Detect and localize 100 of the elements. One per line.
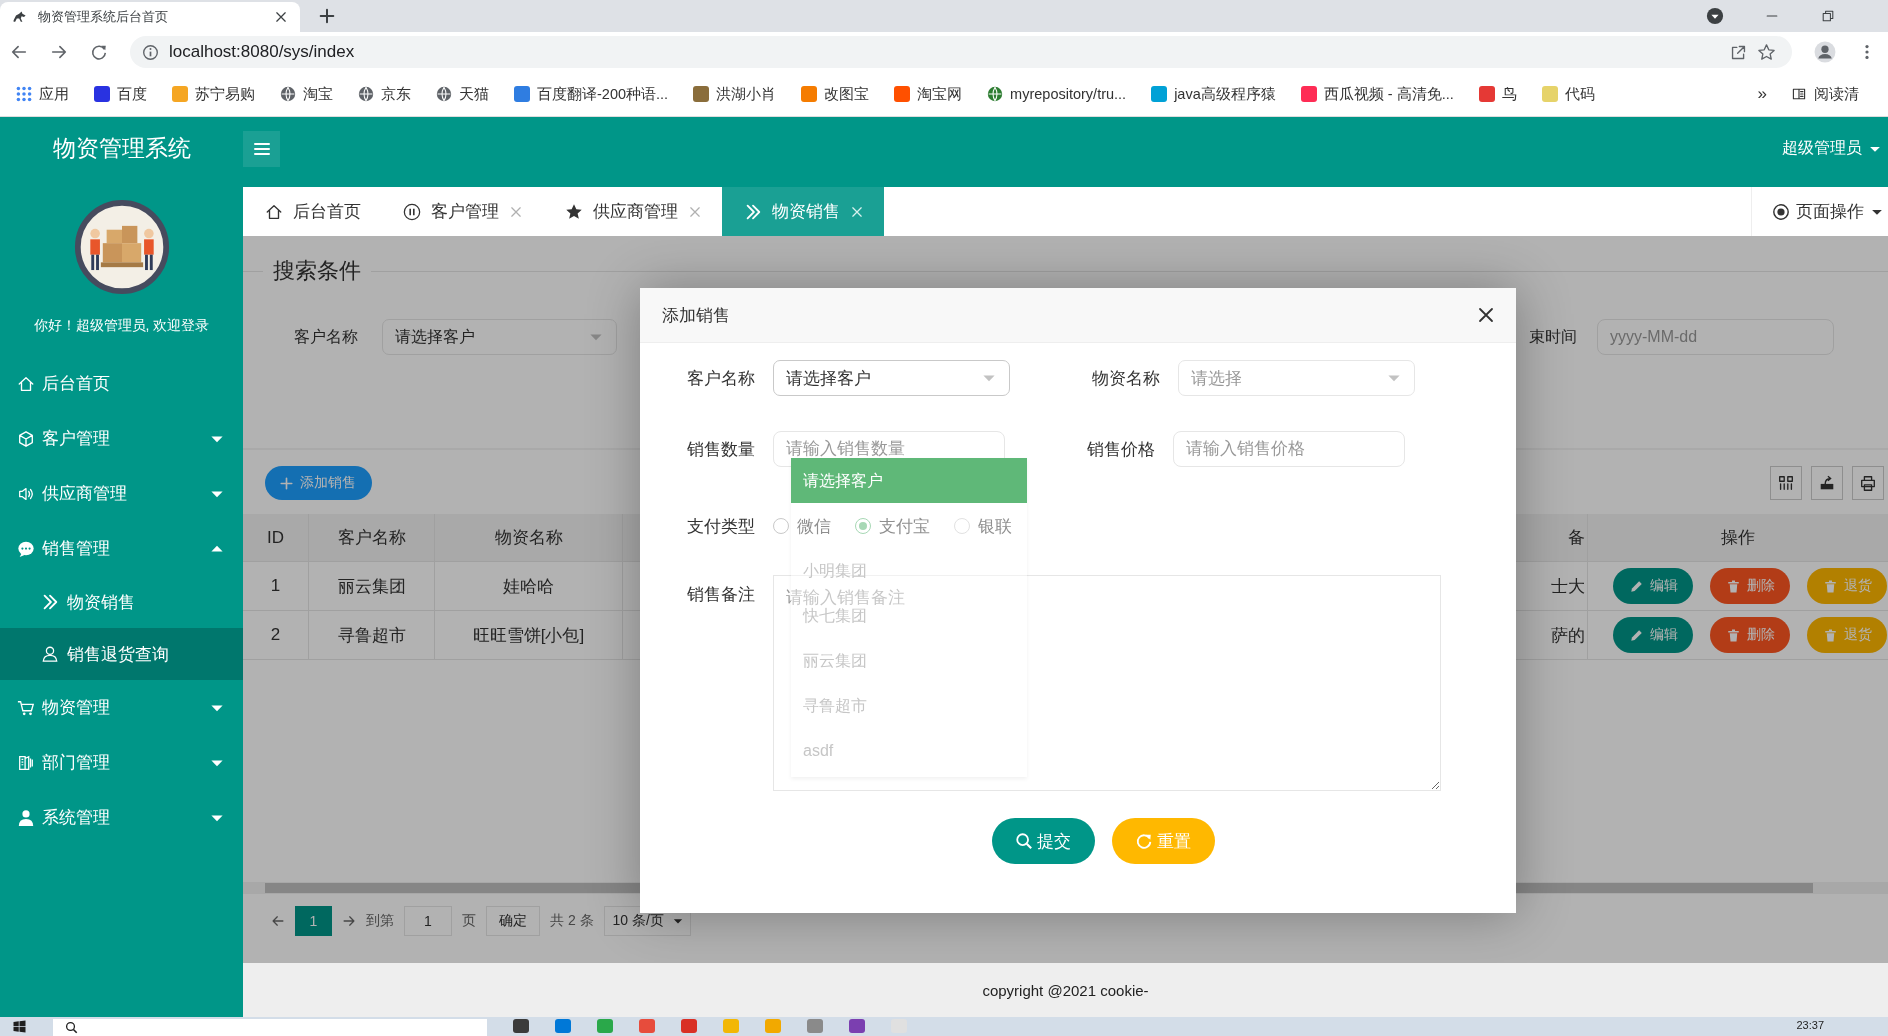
sidebar-item[interactable]: 物资管理	[0, 680, 243, 735]
cube-icon	[17, 429, 35, 448]
close-icon[interactable]	[1476, 305, 1496, 325]
taskbar-search-field[interactable]	[53, 1019, 487, 1036]
tab-search-icon[interactable]	[1706, 7, 1724, 25]
add-sale-button[interactable]: 添加销售	[265, 466, 372, 500]
bookmark[interactable]: 代码	[1535, 81, 1601, 107]
bookmark[interactable]: java高级程序猿	[1145, 81, 1282, 107]
bookmark[interactable]: 淘宝网	[888, 81, 969, 107]
radio-option[interactable]: 支付宝	[855, 514, 930, 538]
close-icon[interactable]	[274, 10, 288, 24]
edit-button[interactable]: 编辑	[1613, 617, 1693, 653]
columns-button[interactable]	[1770, 466, 1802, 500]
forward-icon[interactable]	[342, 914, 356, 928]
sidebar-item[interactable]: 供应商管理	[0, 466, 243, 521]
copyright-text: copyright @2021 cookie-	[982, 981, 1149, 999]
date-field[interactable]: yyyy-MM-dd	[1597, 319, 1834, 355]
select-field[interactable]: 请选择客户	[773, 360, 1010, 396]
field-label: 束时间	[1529, 326, 1577, 347]
page-field[interactable]: 1	[404, 906, 452, 936]
export-button[interactable]	[1811, 466, 1843, 500]
chat-bubble-icon	[17, 539, 35, 558]
sidebar-item[interactable]: 销售管理	[0, 521, 243, 576]
bookmark[interactable]: 京东	[352, 81, 417, 107]
table-cell-text: 士大	[1550, 575, 1586, 598]
profile-icon[interactable]	[1814, 41, 1836, 63]
bookmark[interactable]: myrepository/tru...	[981, 83, 1133, 105]
taskbar-app-icon[interactable]	[849, 1019, 865, 1033]
bookmark-star-icon[interactable]	[1757, 42, 1776, 62]
edit-button[interactable]: 编辑	[1613, 568, 1693, 604]
submit-button[interactable]: 提交	[991, 818, 1095, 864]
taskbar-app-icon[interactable]	[513, 1019, 529, 1033]
sidebar-item[interactable]: 部门管理	[0, 735, 243, 790]
pager-label: 页	[462, 912, 476, 930]
field-label: 支付类型	[686, 515, 756, 538]
sidebar-item[interactable]: 系统管理	[0, 790, 243, 845]
page-tab[interactable]: 后台首页	[243, 187, 381, 236]
sidebar-item[interactable]: 客户管理	[0, 411, 243, 466]
table-cell: 寻鲁超市	[309, 611, 435, 659]
bookmark[interactable]: 洪湖小肖	[687, 81, 783, 107]
radio-target-icon	[1772, 202, 1790, 221]
field-label: 销售价格	[1086, 438, 1156, 461]
columns-icon	[1777, 474, 1795, 492]
customer-select[interactable]: 请选择客户	[382, 319, 617, 355]
bookmark[interactable]: 淘宝	[274, 81, 339, 107]
select-field[interactable]: 请选择	[1178, 360, 1415, 396]
user-icon	[41, 645, 59, 663]
bookmark[interactable]: 应用	[10, 81, 75, 107]
reload-icon[interactable]	[90, 43, 108, 61]
table-cell-text: 萨的	[1550, 624, 1586, 647]
bookmark[interactable]: 天猫	[430, 81, 495, 107]
back-icon[interactable]	[271, 914, 285, 928]
table-cell: 娃哈哈	[435, 562, 623, 610]
bookmark[interactable]: 百度	[88, 81, 153, 107]
column-header: 客户名称	[309, 514, 435, 561]
sidebar-subitem[interactable]: 销售退货查询	[0, 628, 243, 680]
address-bar[interactable]: localhost:8080/sys/index	[130, 36, 1792, 68]
table-cell: 1	[243, 562, 309, 610]
sidebar-subitem[interactable]: 物资销售	[0, 576, 243, 628]
share-icon[interactable]	[1730, 43, 1747, 61]
refresh-icon	[1135, 832, 1153, 850]
field-label: 客户名称	[294, 326, 358, 347]
windows-icon[interactable]	[12, 1019, 27, 1034]
home-icon	[265, 202, 283, 221]
bookmark[interactable]: 苏宁易购	[166, 81, 261, 107]
bookmark[interactable]: 西瓜视频 - 高清免...	[1294, 81, 1460, 107]
app-brand: 物资管理系统	[51, 134, 192, 163]
plus-icon[interactable]	[318, 7, 336, 25]
trash-icon	[1822, 627, 1838, 643]
menu-button[interactable]	[243, 130, 280, 167]
forward-icon[interactable]	[50, 43, 68, 61]
delete-button[interactable]: 删除	[1710, 617, 1790, 653]
browser-tab[interactable]: 物资管理系统后台首页	[0, 2, 300, 32]
search-icon	[1015, 832, 1033, 850]
print-button[interactable]	[1852, 466, 1884, 500]
dropdown-option[interactable]: 请选择客户	[791, 458, 1027, 503]
delete-button[interactable]: 删除	[1710, 568, 1790, 604]
page-tab[interactable]: 物资销售	[722, 187, 884, 236]
search-icon	[65, 1021, 78, 1034]
restore-icon[interactable]	[1820, 8, 1836, 24]
bookmark[interactable]: 鸟	[1472, 81, 1523, 107]
input-field[interactable]: 请输入销售价格	[1173, 431, 1405, 467]
radio-option[interactable]: 微信	[773, 514, 831, 538]
trash-icon	[1725, 578, 1741, 594]
page-button[interactable]: 1	[295, 906, 332, 936]
more-bookmarks[interactable]: »	[1757, 84, 1767, 104]
star-icon	[565, 202, 583, 221]
back-icon[interactable]	[10, 43, 28, 61]
user-menu[interactable]: 超级管理员	[1782, 138, 1888, 159]
page-tab[interactable]: 供应商管理	[543, 187, 722, 236]
export-icon	[1818, 474, 1836, 492]
bookmark[interactable]: 百度翻译-200种语...	[508, 81, 675, 107]
radio-option[interactable]: 银联	[954, 514, 1012, 538]
reading-list[interactable]: 阅读清	[1785, 81, 1865, 107]
bookmark[interactable]: 改图宝	[795, 81, 876, 107]
page-tab[interactable]: 客户管理	[381, 187, 543, 236]
clock: 23:37	[1796, 1019, 1824, 1031]
sidebar-item[interactable]: 后台首页	[0, 356, 243, 411]
confirm-button[interactable]: 确定	[486, 906, 540, 936]
dialog-title: 添加销售	[662, 304, 731, 327]
